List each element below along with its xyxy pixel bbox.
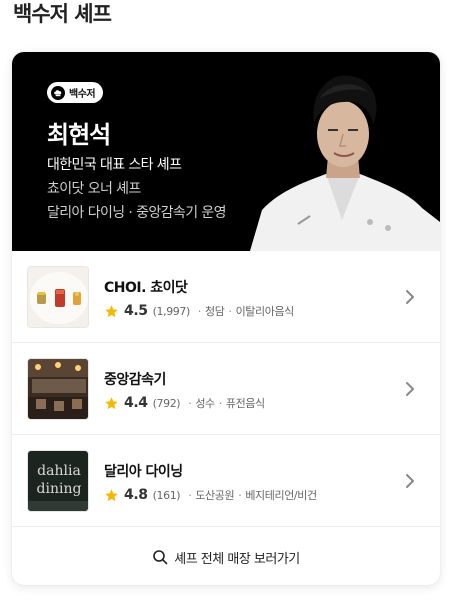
star-icon bbox=[105, 396, 118, 409]
badge-label: 백수저 bbox=[69, 89, 96, 100]
chef-name: 최현석 bbox=[47, 121, 111, 149]
rating-value: 4.8 bbox=[124, 487, 148, 503]
separator-dot: · bbox=[228, 304, 232, 318]
review-count: (792) bbox=[152, 396, 181, 410]
chevron-right-icon bbox=[406, 474, 414, 488]
rating-value: 4.4 bbox=[124, 395, 148, 411]
separator-dot: · bbox=[188, 488, 192, 502]
chef-headline: 대한민국 대표 스타 셰프 bbox=[47, 157, 182, 173]
chevron-right-icon bbox=[406, 290, 414, 304]
restaurant-name: CHOI. 쵸이닷 bbox=[104, 280, 188, 296]
chef-restaurants-summary: 달리아 다이닝 · 중앙감속기 운영 bbox=[47, 205, 226, 221]
chef-badge: 백수저 bbox=[47, 82, 104, 103]
restaurant-thumbnail bbox=[27, 358, 89, 420]
chef-hat-icon bbox=[51, 85, 65, 100]
thumb-text-line-1: dahlia bbox=[37, 463, 81, 479]
separator-dot: · bbox=[188, 396, 192, 410]
restaurant-area: 도산공원 bbox=[195, 489, 235, 502]
chef-role: 쵸이닷 오너 셰프 bbox=[47, 181, 141, 197]
restaurant-cuisine: 이탈리아음식 bbox=[235, 305, 295, 318]
thumb-text-line-2: dining bbox=[37, 481, 82, 497]
star-icon bbox=[105, 304, 118, 317]
rating-value: 4.5 bbox=[124, 303, 148, 319]
chef-hero-banner[interactable]: 백수저 최현석 대한민국 대표 스타 셰프 쵸이닷 오너 셰프 달리아 다이닝 … bbox=[12, 52, 440, 251]
restaurant-cuisine: 퓨전음식 bbox=[225, 397, 265, 410]
separator-dot: · bbox=[218, 396, 223, 410]
search-icon bbox=[153, 550, 168, 565]
restaurant-name: 중앙감속기 bbox=[104, 372, 166, 388]
view-all-stores-button[interactable]: 셰프 전체 매장 보러가기 bbox=[12, 529, 440, 585]
restaurant-item[interactable]: dahlia dining 달리아 다이닝 4.8 (161) · 도산공원 ·… bbox=[12, 435, 440, 527]
restaurant-thumbnail bbox=[27, 266, 89, 328]
restaurant-area: 청담 bbox=[205, 305, 225, 318]
view-all-stores-label: 셰프 전체 매장 보러가기 bbox=[174, 551, 300, 567]
section-title: 백수저 셰프 bbox=[13, 2, 112, 26]
restaurant-name: 달리아 다이닝 bbox=[104, 464, 183, 480]
separator-dot: · bbox=[197, 304, 202, 318]
restaurant-item[interactable]: CHOI. 쵸이닷 4.5 (1,997) · 청담 · 이탈리아음식 bbox=[12, 251, 440, 343]
restaurant-thumbnail: dahlia dining bbox=[27, 450, 89, 512]
chevron-right-icon bbox=[406, 382, 414, 396]
review-count: (1,997) bbox=[152, 304, 191, 318]
chef-card: 백수저 최현석 대한민국 대표 스타 셰프 쵸이닷 오너 셰프 달리아 다이닝 … bbox=[12, 52, 440, 585]
review-count: (161) bbox=[152, 488, 181, 502]
restaurant-cuisine: 베지테리언/비건 bbox=[245, 489, 317, 502]
separator-dot: · bbox=[238, 488, 242, 502]
chef-portrait bbox=[250, 75, 440, 251]
star-icon bbox=[105, 488, 118, 501]
restaurant-item[interactable]: 중앙감속기 4.4 (792) · 성수 · 퓨전음식 bbox=[12, 343, 440, 435]
restaurant-area: 성수 bbox=[195, 397, 215, 410]
